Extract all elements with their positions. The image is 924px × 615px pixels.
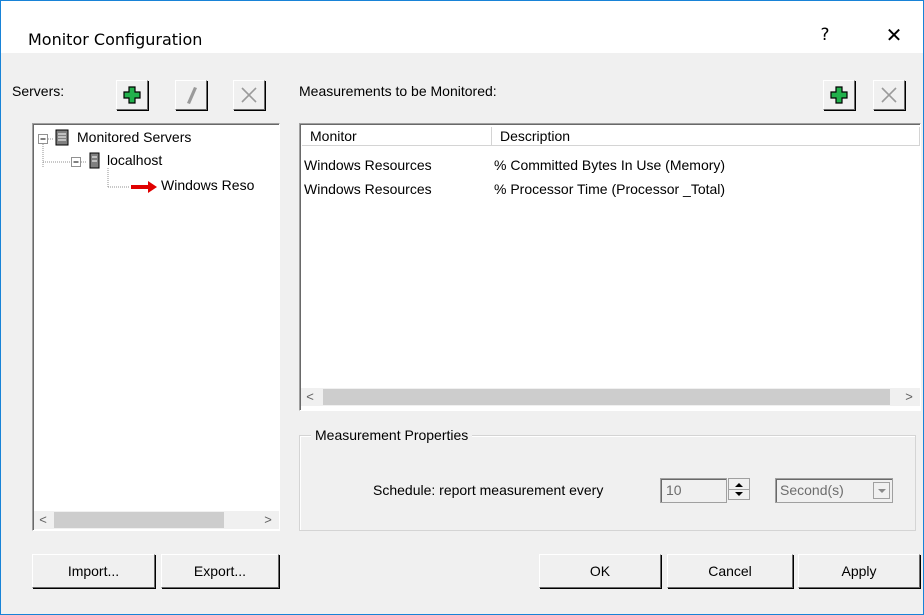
scroll-thumb[interactable] — [54, 512, 224, 528]
stepper-up-icon[interactable] — [735, 483, 743, 487]
server-group-icon — [55, 129, 69, 146]
servers-hscrollbar[interactable]: < > — [34, 511, 279, 529]
scroll-left-arrow[interactable]: < — [301, 388, 319, 406]
close-button[interactable]: ✕ — [869, 17, 919, 53]
row-description: % Committed Bytes In Use (Memory) — [494, 157, 726, 173]
red-arrow-icon — [131, 181, 157, 193]
import-button[interactable]: Import... — [32, 554, 155, 588]
edit-server-button[interactable] — [175, 80, 207, 110]
unit-select[interactable]: Second(s) — [775, 478, 893, 503]
row-monitor: Windows Resources — [304, 157, 432, 173]
interval-input[interactable]: 10 — [660, 478, 727, 503]
column-header-monitor[interactable]: Monitor — [302, 127, 492, 146]
servers-label: Servers: — [12, 83, 65, 99]
plus-icon — [830, 86, 848, 104]
measurements-label: Measurements to be Monitored: — [299, 83, 497, 99]
unit-select-value: Second(s) — [780, 482, 844, 498]
tree-item-label[interactable]: Windows Reso — [161, 177, 255, 193]
title-bar: Monitor Configuration ? ✕ — [1, 1, 923, 53]
cancel-button[interactable]: Cancel — [667, 554, 793, 588]
plus-icon — [123, 86, 141, 104]
apply-button[interactable]: Apply — [798, 554, 920, 588]
monitor-configuration-dialog: Monitor Configuration ? ✕ Servers: Monit… — [0, 0, 924, 615]
measurement-properties-title: Measurement Properties — [311, 427, 473, 443]
export-button[interactable]: Export... — [161, 554, 279, 588]
x-icon — [241, 87, 257, 103]
tree-host-label[interactable]: localhost — [107, 152, 162, 168]
dialog-title: Monitor Configuration — [28, 30, 203, 49]
x-icon — [881, 87, 897, 103]
measurements-hscrollbar[interactable]: < > — [301, 388, 920, 406]
chevron-down-icon[interactable] — [873, 482, 890, 499]
add-server-button[interactable] — [116, 80, 148, 110]
servers-tree[interactable]: Monitored Servers localhost Windows Reso… — [32, 123, 280, 531]
measurements-list[interactable]: Monitor Description Windows Resources % … — [299, 123, 921, 411]
help-button[interactable]: ? — [801, 17, 849, 53]
row-description: % Processor Time (Processor _Total) — [494, 181, 726, 197]
scroll-right-arrow[interactable]: > — [900, 388, 918, 406]
scroll-right-arrow[interactable]: > — [259, 511, 277, 529]
interval-stepper[interactable] — [728, 478, 750, 500]
ok-button[interactable]: OK — [539, 554, 661, 588]
scroll-left-arrow[interactable]: < — [34, 511, 52, 529]
delete-measurement-button[interactable] — [873, 80, 905, 110]
schedule-label: Schedule: report measurement every — [373, 482, 604, 498]
tree-root-label[interactable]: Monitored Servers — [77, 129, 191, 145]
row-monitor: Windows Resources — [304, 181, 432, 197]
add-measurement-button[interactable] — [823, 80, 855, 110]
column-header-description[interactable]: Description — [492, 127, 920, 146]
pencil-icon — [187, 87, 197, 104]
scroll-thumb[interactable] — [323, 389, 890, 405]
server-icon — [89, 152, 100, 169]
delete-server-button[interactable] — [233, 80, 265, 110]
stepper-down-icon[interactable] — [735, 492, 743, 496]
